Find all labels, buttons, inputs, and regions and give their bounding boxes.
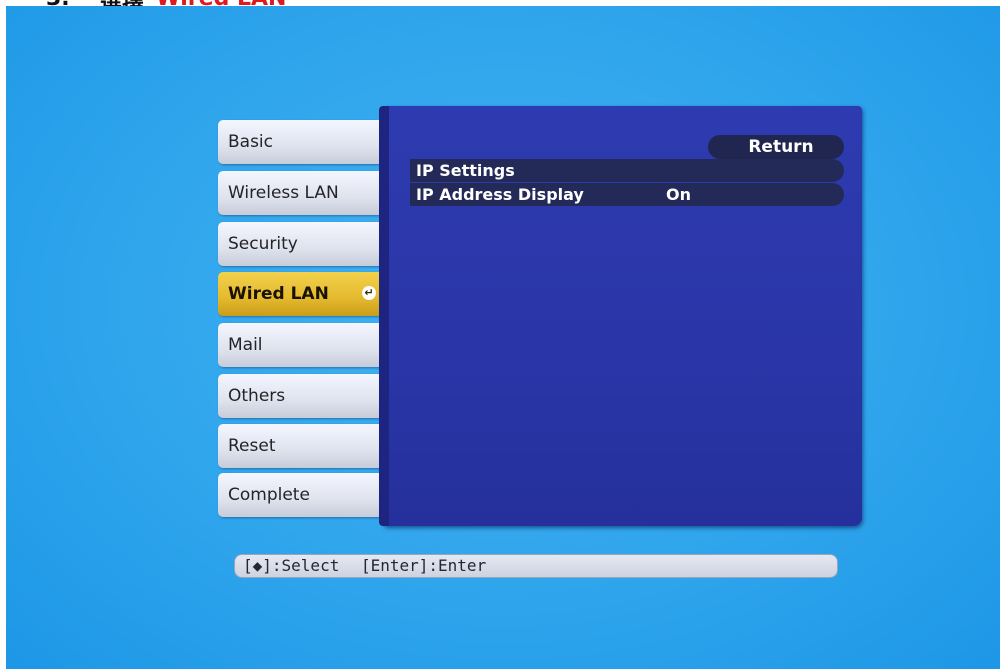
enter-hint: [Enter]:Enter: [360, 556, 487, 575]
tab-wired-lan[interactable]: Wired LAN ↵: [218, 272, 388, 316]
tab-label: Wireless LAN: [228, 183, 339, 203]
tab-label: Basic: [228, 132, 274, 152]
tab-label: Mail: [228, 335, 263, 355]
tab-reset[interactable]: Reset: [218, 424, 390, 468]
ip-address-display-label: IP Address Display: [416, 185, 584, 204]
tab-basic[interactable]: Basic: [218, 120, 390, 164]
enter-icon: ↵: [362, 286, 376, 300]
tab-label: Others: [228, 386, 286, 406]
tab-wireless-lan[interactable]: Wireless LAN: [218, 171, 390, 215]
select-hint: [◆]:Select: [243, 556, 340, 575]
tab-label: Wired LAN: [228, 284, 329, 304]
tab-complete[interactable]: Complete: [218, 473, 390, 517]
ip-address-display-item[interactable]: IP Address Display On: [410, 183, 844, 206]
return-button[interactable]: Return: [708, 135, 844, 159]
tab-others[interactable]: Others: [218, 374, 390, 418]
key-hint-bar: [◆]:Select [Enter]:Enter: [234, 554, 838, 578]
ip-settings-label: IP Settings: [416, 161, 515, 180]
tab-label: Reset: [228, 436, 276, 456]
projector-screen: Basic Wireless LAN Security Wired LAN ↵ …: [6, 6, 1000, 669]
ip-settings-item[interactable]: IP Settings: [410, 159, 844, 182]
wired-lan-settings-panel: Return IP Settings IP Address Display On: [382, 106, 862, 526]
ip-address-display-value: On: [666, 185, 691, 204]
tab-security[interactable]: Security: [218, 222, 390, 266]
tab-label: Security: [228, 234, 298, 254]
tab-label: Complete: [228, 485, 310, 505]
panel-divider: [379, 106, 389, 526]
tab-mail[interactable]: Mail: [218, 323, 390, 367]
